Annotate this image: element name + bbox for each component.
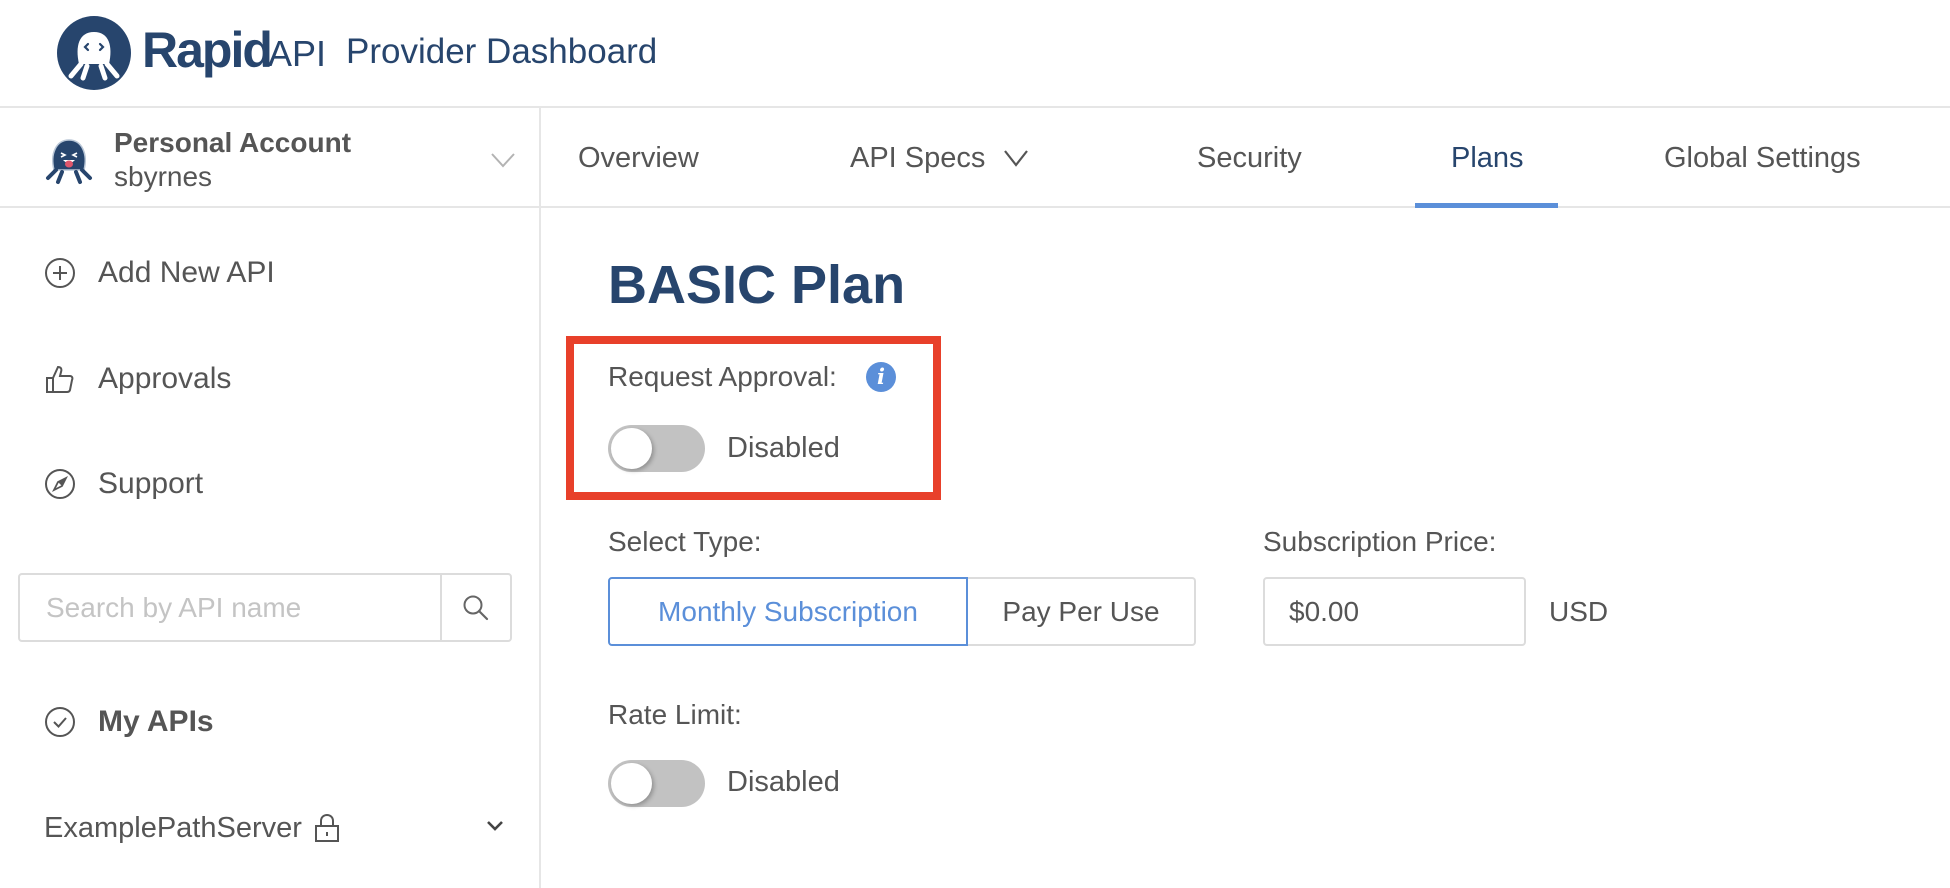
check-circle-icon — [45, 707, 75, 737]
select-type-label: Select Type: — [608, 526, 762, 557]
logo-api-text: API — [268, 33, 327, 74]
rate-limit-label: Rate Limit: — [608, 699, 742, 730]
plan-title: BASIC Plan — [608, 255, 906, 315]
pay-per-use-option[interactable]: Pay Per Use — [968, 577, 1196, 646]
plan-type-selector: Monthly Subscription Pay Per Use — [608, 577, 1196, 646]
request-approval-label: Request Approval: — [608, 361, 837, 392]
search-input[interactable] — [20, 575, 440, 640]
chevron-down-icon[interactable] — [486, 820, 504, 832]
tab-label: API Specs — [850, 141, 986, 174]
request-approval-status: Disabled — [727, 432, 840, 464]
toggle-knob — [611, 428, 652, 469]
api-list-item[interactable]: ExamplePathServer — [44, 808, 504, 848]
lock-icon — [314, 813, 339, 842]
api-search — [18, 573, 512, 642]
monthly-subscription-option[interactable]: Monthly Subscription — [608, 577, 968, 646]
api-name: ExamplePathServer — [44, 811, 302, 844]
tab-label: Plans — [1451, 141, 1524, 174]
sidebar-item-label: Approvals — [98, 362, 232, 395]
info-icon[interactable]: i — [866, 362, 896, 392]
tab-security[interactable]: Security — [1197, 108, 1302, 208]
sidebar-item-approvals[interactable]: Approvals — [44, 357, 231, 401]
sidebar-item-support[interactable]: Support — [44, 462, 203, 506]
chevron-down-icon — [1004, 150, 1029, 167]
toggle-knob — [611, 763, 652, 804]
rate-limit-status: Disabled — [727, 766, 840, 798]
subscription-price-label: Subscription Price: — [1263, 526, 1497, 557]
tab-bar: Overview API Specs Security Plans Global… — [541, 108, 1950, 208]
my-apis-heading: My APIs — [98, 705, 214, 738]
plus-circle-icon — [45, 258, 75, 288]
sidebar: Personal Account sbyrnes Add New API App… — [0, 108, 541, 888]
tab-global-settings[interactable]: Global Settings — [1664, 108, 1861, 208]
account-username: sbyrnes — [114, 161, 213, 192]
tab-label: Global Settings — [1664, 141, 1861, 174]
rapidapi-logo-icon[interactable] — [57, 16, 131, 90]
logo-brand-text: Rapid — [142, 22, 273, 78]
account-name: Personal Account — [114, 127, 352, 158]
thumbs-up-icon — [46, 365, 74, 393]
avatar — [46, 139, 92, 184]
search-icon — [463, 595, 489, 620]
page-title: Provider Dashboard — [346, 32, 658, 71]
sidebar-item-label: Support — [98, 467, 204, 500]
active-tab-indicator — [1415, 203, 1558, 208]
request-approval-toggle[interactable] — [608, 425, 705, 472]
compass-icon — [45, 469, 75, 499]
tab-label: Overview — [578, 141, 699, 174]
tab-overview[interactable]: Overview — [578, 108, 699, 208]
rate-limit-toggle[interactable] — [608, 760, 705, 807]
tab-plans[interactable]: Plans — [1451, 108, 1524, 208]
tab-api-specs[interactable]: API Specs — [850, 108, 1029, 208]
subscription-price-input[interactable] — [1263, 577, 1526, 646]
search-button[interactable] — [440, 575, 510, 640]
tab-label: Security — [1197, 141, 1302, 174]
currency-label: USD — [1549, 596, 1609, 627]
account-switcher[interactable]: Personal Account sbyrnes — [0, 108, 539, 208]
sidebar-item-add-new-api[interactable]: Add New API — [44, 251, 275, 295]
sidebar-item-my-apis[interactable]: My APIs — [44, 700, 214, 744]
top-header: Rapid API Provider Dashboard — [0, 0, 1950, 108]
sidebar-item-label: Add New API — [98, 256, 275, 289]
chevron-down-icon[interactable] — [490, 152, 516, 168]
